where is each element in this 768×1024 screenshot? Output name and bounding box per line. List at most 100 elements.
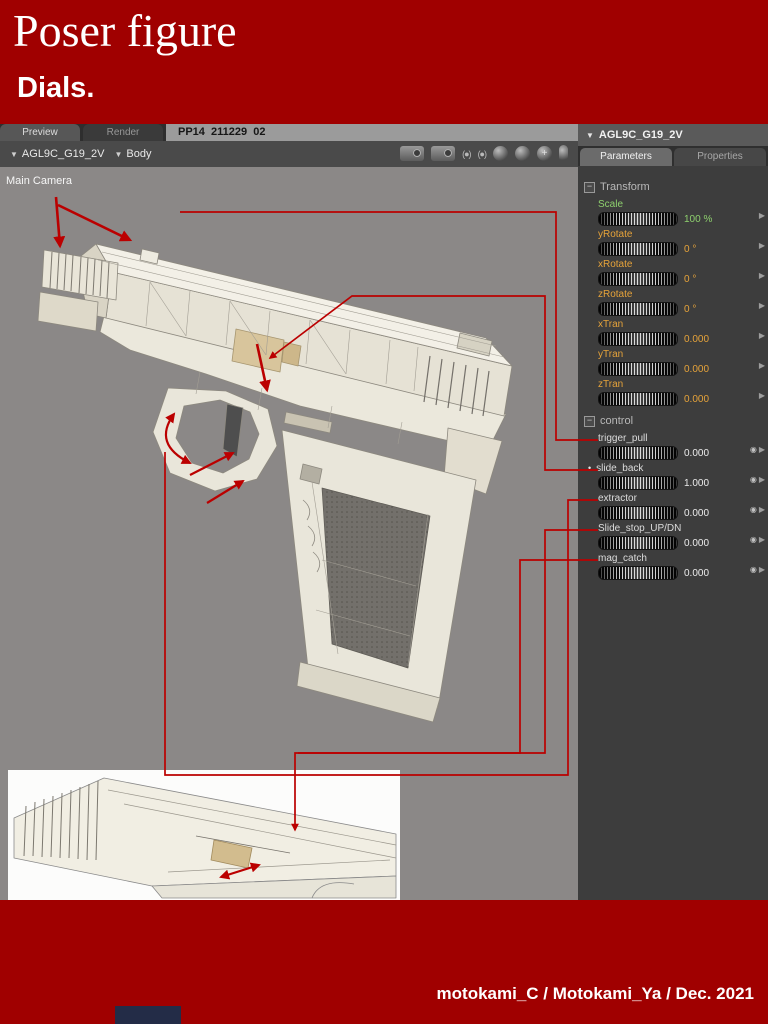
camera-label: Main Camera (6, 175, 73, 187)
visibility-eye-icon[interactable]: ◉ (750, 506, 757, 514)
dial-menu-arrow-icon[interactable]: ▶ (759, 566, 765, 574)
dial-label: yRotate (598, 228, 633, 240)
collapse-icon[interactable]: − (584, 181, 595, 193)
dial-menu-arrow-icon[interactable]: ▶ (759, 476, 765, 484)
dial-label: xTran (598, 318, 624, 330)
dial-knob[interactable] (598, 446, 678, 460)
dial-label: trigger_pull (598, 432, 648, 444)
dial-knob[interactable] (598, 272, 678, 286)
dial-knob[interactable] (598, 362, 678, 376)
dial-knob[interactable] (598, 302, 678, 316)
dial-ztran: zTran 0.000 ▶ (578, 378, 768, 408)
dial-menu-arrow-icon[interactable]: ▶ (759, 536, 765, 544)
tab-properties[interactable]: Properties (674, 148, 766, 166)
group-header-transform[interactable]: − Transform (578, 174, 768, 198)
dial-label: Slide_stop_UP/DN (598, 522, 682, 534)
dial-value[interactable]: 0 ° (684, 274, 696, 285)
figure-dropdown-label: AGL9C_G19_2V (21, 148, 105, 160)
viewport-tabbar: Preview Render PP14 211229 02 (0, 124, 578, 141)
dial-knob[interactable] (598, 332, 678, 346)
dial-knob[interactable] (598, 392, 678, 406)
dial-knob[interactable] (598, 566, 678, 580)
dropdown-arrow-icon: ▼ (10, 149, 18, 159)
aperture-icon[interactable]: (●) (462, 149, 471, 159)
visibility-eye-icon[interactable]: ◉ (750, 446, 757, 454)
dial-value[interactable]: 0.000 (684, 394, 709, 405)
page: Poser figure Dials. Preview Render PP14 … (0, 0, 768, 1024)
dial-value[interactable]: 0.000 (684, 538, 709, 549)
panel-figure-name: AGL9C_G19_2V (598, 129, 683, 141)
dial-xtran: xTran 0.000 ▶ (578, 318, 768, 348)
credit-text: motokami_C / Motokami_Ya / Dec. 2021 (436, 984, 754, 1003)
dial-trigger_pull: trigger_pull 0.000 ◉ ▶ (578, 432, 768, 462)
dial-value[interactable]: 1.000 (684, 478, 709, 489)
dial-menu-arrow-icon[interactable]: ▶ (759, 272, 765, 280)
dial-ytran: yTran 0.000 ▶ (578, 348, 768, 378)
hand-icon[interactable] (559, 145, 568, 162)
dial-xrotate: xRotate 0 ° ▶ (578, 258, 768, 288)
preview-pane: Preview Render PP14 211229 02 ▼ AGL9C_G1… (0, 124, 578, 900)
visibility-eye-icon[interactable]: ◉ (750, 536, 757, 544)
visibility-eye-icon[interactable]: ◉ (750, 566, 757, 574)
camera-icon[interactable] (400, 146, 425, 161)
dial-value[interactable]: 0.000 (684, 568, 709, 579)
dial-knob[interactable] (598, 242, 678, 256)
dial-label: extractor (598, 492, 637, 504)
dial-scale: Scale 100 % ▶ (578, 198, 768, 228)
dial-menu-arrow-icon[interactable]: ▶ (759, 242, 765, 250)
dial-label: yTran (598, 348, 624, 360)
dial-label: zTran (598, 378, 624, 390)
dial-value[interactable]: 0 ° (684, 244, 696, 255)
dial-menu-arrow-icon[interactable]: ▶ (759, 392, 765, 400)
tab-preview[interactable]: Preview (0, 124, 80, 141)
dial-value[interactable]: 0 ° (684, 304, 696, 315)
aperture-icon[interactable]: (●) (478, 149, 487, 159)
move-icon[interactable]: + (537, 146, 552, 161)
dial-knob[interactable] (598, 476, 678, 490)
dial-extractor: extractor 0.000 ◉ ▶ (578, 492, 768, 522)
dropdown-arrow-icon: ▼ (114, 149, 123, 159)
camera-controls: (●) (●) + (400, 145, 568, 162)
dial-knob[interactable] (598, 536, 678, 550)
viewport-toolbar: ▼ AGL9C_G19_2V ▼ Body (●) (●) + (0, 141, 578, 168)
dial-value[interactable]: 0.000 (684, 508, 709, 519)
body-dropdown[interactable]: ▼ Body (114, 148, 151, 160)
rotate-icon[interactable] (515, 146, 530, 161)
parameters-panel: ▼ AGL9C_G19_2V Parameters Properties − Tr… (578, 124, 768, 900)
dial-knob[interactable] (598, 506, 678, 520)
trackball-icon[interactable] (493, 146, 508, 161)
dial-menu-arrow-icon[interactable]: ▶ (759, 362, 765, 370)
dial-value[interactable]: 0.000 (684, 334, 709, 345)
figure-dropdown[interactable]: ▼ AGL9C_G19_2V (10, 148, 104, 160)
document-title: PP14 211229 02 (166, 124, 578, 141)
dial-menu-arrow-icon[interactable]: ▶ (759, 446, 765, 454)
tab-render[interactable]: Render (83, 124, 163, 141)
modified-indicator-icon: • (588, 463, 592, 473)
dial-slide_back: • slide_back 1.000 ◉ ▶ (578, 462, 768, 492)
dial-label: slide_back (596, 462, 644, 474)
dial-yrotate: yRotate 0 ° ▶ (578, 228, 768, 258)
camera-icon[interactable] (431, 146, 456, 161)
viewport-canvas[interactable]: Main Camera (0, 167, 578, 900)
dials-list: − Transform Scale 100 % ▶ yRotate 0 ° ▶ xRotate 0… (578, 166, 768, 582)
dial-value[interactable]: 100 % (684, 214, 712, 225)
page-title: Poser figure (13, 5, 237, 56)
dial-mag_catch: mag_catch 0.000 ◉ ▶ (578, 552, 768, 582)
dial-menu-arrow-icon[interactable]: ▶ (759, 212, 765, 220)
dial-slide_stop_up/dn: Slide_stop_UP/DN 0.000 ◉ ▶ (578, 522, 768, 552)
collapse-icon[interactable]: − (584, 415, 595, 427)
visibility-eye-icon[interactable]: ◉ (750, 476, 757, 484)
tab-parameters[interactable]: Parameters (580, 148, 672, 166)
dial-menu-arrow-icon[interactable]: ▶ (759, 332, 765, 340)
body-dropdown-label: Body (126, 148, 152, 160)
group-header-control[interactable]: − control (578, 408, 768, 432)
dial-menu-arrow-icon[interactable]: ▶ (759, 302, 765, 310)
dial-value[interactable]: 0.000 (684, 364, 709, 375)
panel-tabbar: Parameters Properties (578, 146, 768, 166)
dial-menu-arrow-icon[interactable]: ▶ (759, 506, 765, 514)
dial-zrotate: zRotate 0 ° ▶ (578, 288, 768, 318)
panel-figure-selector[interactable]: ▼ AGL9C_G19_2V (578, 124, 768, 146)
dial-value[interactable]: 0.000 (684, 448, 709, 459)
poser-window: Preview Render PP14 211229 02 ▼ AGL9C_G1… (0, 124, 768, 900)
dial-knob[interactable] (598, 212, 678, 226)
